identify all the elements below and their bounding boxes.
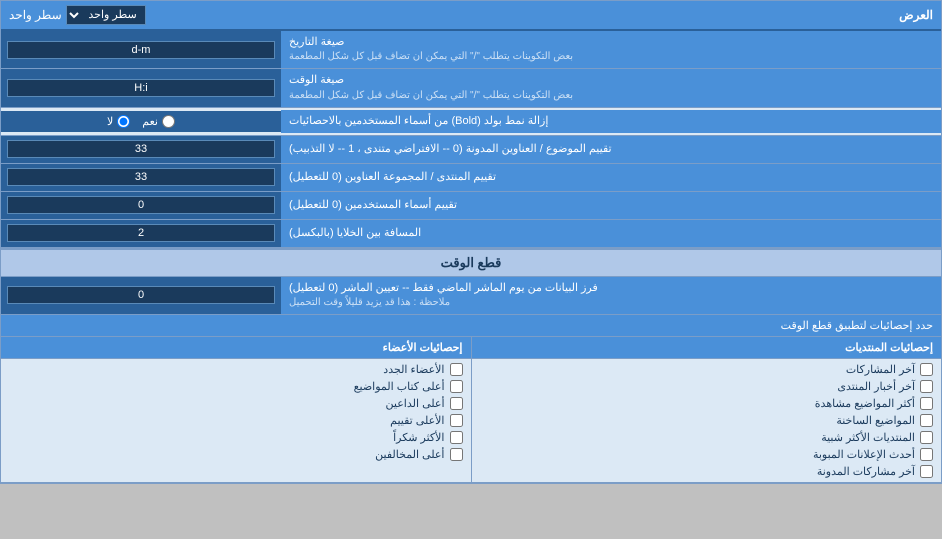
cb-top-rated[interactable]: الأعلى تقييم bbox=[9, 414, 463, 427]
cb-blog-posts[interactable]: آخر مشاركات المدونة bbox=[480, 465, 934, 478]
header-row: العرض سطر واحدسطرانثلاثة أسطر سطر واحد bbox=[1, 1, 941, 31]
cb-hot-topics-input[interactable] bbox=[920, 414, 933, 427]
cutoff-input-wrapper bbox=[1, 277, 281, 314]
cutoff-input[interactable] bbox=[7, 286, 275, 304]
forum-row: تقييم المنتدى / المجموعة العناوين (0 للت… bbox=[1, 164, 941, 192]
bold-yes-label[interactable]: نعم bbox=[142, 115, 175, 128]
cb-forum-news-input[interactable] bbox=[920, 380, 933, 393]
cb-most-similar[interactable]: المنتديات الأكثر شبية bbox=[480, 431, 934, 444]
bold-row: إزالة نمط بولد (Bold) من أسماء المستخدمي… bbox=[1, 108, 941, 136]
cb-top-violators-input[interactable] bbox=[450, 448, 463, 461]
cutoff-row: فرز البيانات من يوم الماشر الماضي فقط --… bbox=[1, 277, 941, 315]
username-input-wrapper bbox=[1, 192, 281, 219]
limit-label: حدد إحصائيات لتطبيق قطع الوقت bbox=[9, 319, 933, 332]
date-format-label: صيغة التاريخ بعض التكوينات يتطلب "/" الت… bbox=[281, 31, 941, 68]
username-label: تقييم أسماء المستخدمين (0 للتعطيل) bbox=[281, 192, 941, 219]
forum-input[interactable] bbox=[7, 168, 275, 186]
posts-section-title: إحصائيات المنتديات bbox=[472, 337, 942, 359]
username-row: تقييم أسماء المستخدمين (0 للتعطيل) bbox=[1, 192, 941, 220]
date-format-row: صيغة التاريخ بعض التكوينات يتطلب "/" الت… bbox=[1, 31, 941, 69]
limit-row: حدد إحصائيات لتطبيق قطع الوقت bbox=[1, 315, 941, 337]
members-section-title: إحصائيات الأعضاء bbox=[1, 337, 471, 359]
cb-most-thanked[interactable]: الأكثر شكراً bbox=[9, 431, 463, 444]
cb-blog-posts-input[interactable] bbox=[920, 465, 933, 478]
username-input[interactable] bbox=[7, 196, 275, 214]
cb-top-rated-input[interactable] bbox=[450, 414, 463, 427]
posts-checkbox-items: آخر المشاركات آخر أخبار المنتدى أكثر الم… bbox=[472, 359, 942, 482]
gap-input[interactable] bbox=[7, 224, 275, 242]
time-format-row: صيغة الوقت بعض التكوينات يتطلب "/" التي … bbox=[1, 69, 941, 107]
members-checkbox-section: إحصائيات الأعضاء الأعضاء الجدد أعلى كتاب… bbox=[1, 337, 471, 482]
cb-ads[interactable]: أحدث الإعلانات المبوبة bbox=[480, 448, 934, 461]
cb-most-viewed-input[interactable] bbox=[920, 397, 933, 410]
cb-most-viewed[interactable]: أكثر المواضيع مشاهدة bbox=[480, 397, 934, 410]
time-format-label: صيغة الوقت بعض التكوينات يتطلب "/" التي … bbox=[281, 69, 941, 106]
date-format-input[interactable] bbox=[7, 41, 275, 59]
cb-top-writers[interactable]: أعلى كتاب المواضيع bbox=[9, 380, 463, 393]
topic-input-wrapper bbox=[1, 136, 281, 163]
members-checkbox-items: الأعضاء الجدد أعلى كتاب المواضيع أعلى ال… bbox=[1, 359, 471, 465]
cb-new-members-input[interactable] bbox=[450, 363, 463, 376]
gap-row: المسافة بين الخلايا (بالبكسل) bbox=[1, 220, 941, 248]
header-right-label: العرض bbox=[899, 8, 933, 22]
cb-forum-news[interactable]: آخر أخبار المنتدى bbox=[480, 380, 934, 393]
cutoff-section-header: قطع الوقت bbox=[1, 248, 941, 277]
topic-label: تقييم الموضوع / العناوين المدونة (0 -- ا… bbox=[281, 136, 941, 163]
cb-top-inviters[interactable]: أعلى الداعين bbox=[9, 397, 463, 410]
cb-new-members[interactable]: الأعضاء الجدد bbox=[9, 363, 463, 376]
header-left-label: سطر واحد bbox=[9, 8, 62, 22]
date-format-input-wrapper bbox=[1, 31, 281, 68]
topic-row: تقييم الموضوع / العناوين المدونة (0 -- ا… bbox=[1, 136, 941, 164]
forum-label: تقييم المنتدى / المجموعة العناوين (0 للت… bbox=[281, 164, 941, 191]
cb-top-writers-input[interactable] bbox=[450, 380, 463, 393]
header-left-section: سطر واحدسطرانثلاثة أسطر سطر واحد bbox=[9, 5, 146, 25]
bold-radio-group: نعم لا bbox=[1, 111, 281, 132]
bold-yes-radio[interactable] bbox=[162, 115, 175, 128]
posts-checkbox-section: إحصائيات المنتديات آخر المشاركات آخر أخب… bbox=[471, 337, 942, 482]
cb-last-posts[interactable]: آخر المشاركات bbox=[480, 363, 934, 376]
topic-input[interactable] bbox=[7, 140, 275, 158]
cb-top-violators[interactable]: أعلى المخالفين bbox=[9, 448, 463, 461]
cb-top-inviters-input[interactable] bbox=[450, 397, 463, 410]
cb-ads-input[interactable] bbox=[920, 448, 933, 461]
display-select[interactable]: سطر واحدسطرانثلاثة أسطر bbox=[66, 5, 146, 25]
gap-label: المسافة بين الخلايا (بالبكسل) bbox=[281, 220, 941, 247]
bold-label: إزالة نمط بولد (Bold) من أسماء المستخدمي… bbox=[281, 110, 941, 133]
time-format-input-wrapper bbox=[1, 69, 281, 106]
cb-hot-topics[interactable]: المواضيع الساخنة bbox=[480, 414, 934, 427]
cb-last-posts-input[interactable] bbox=[920, 363, 933, 376]
bold-no-label[interactable]: لا bbox=[107, 115, 130, 128]
forum-input-wrapper bbox=[1, 164, 281, 191]
cb-most-thanked-input[interactable] bbox=[450, 431, 463, 444]
cb-most-similar-input[interactable] bbox=[920, 431, 933, 444]
gap-input-wrapper bbox=[1, 220, 281, 247]
cutoff-label: فرز البيانات من يوم الماشر الماضي فقط --… bbox=[281, 277, 941, 314]
time-format-input[interactable] bbox=[7, 79, 275, 97]
checkbox-sections: إحصائيات المنتديات آخر المشاركات آخر أخب… bbox=[1, 337, 941, 483]
bold-no-radio[interactable] bbox=[117, 115, 130, 128]
